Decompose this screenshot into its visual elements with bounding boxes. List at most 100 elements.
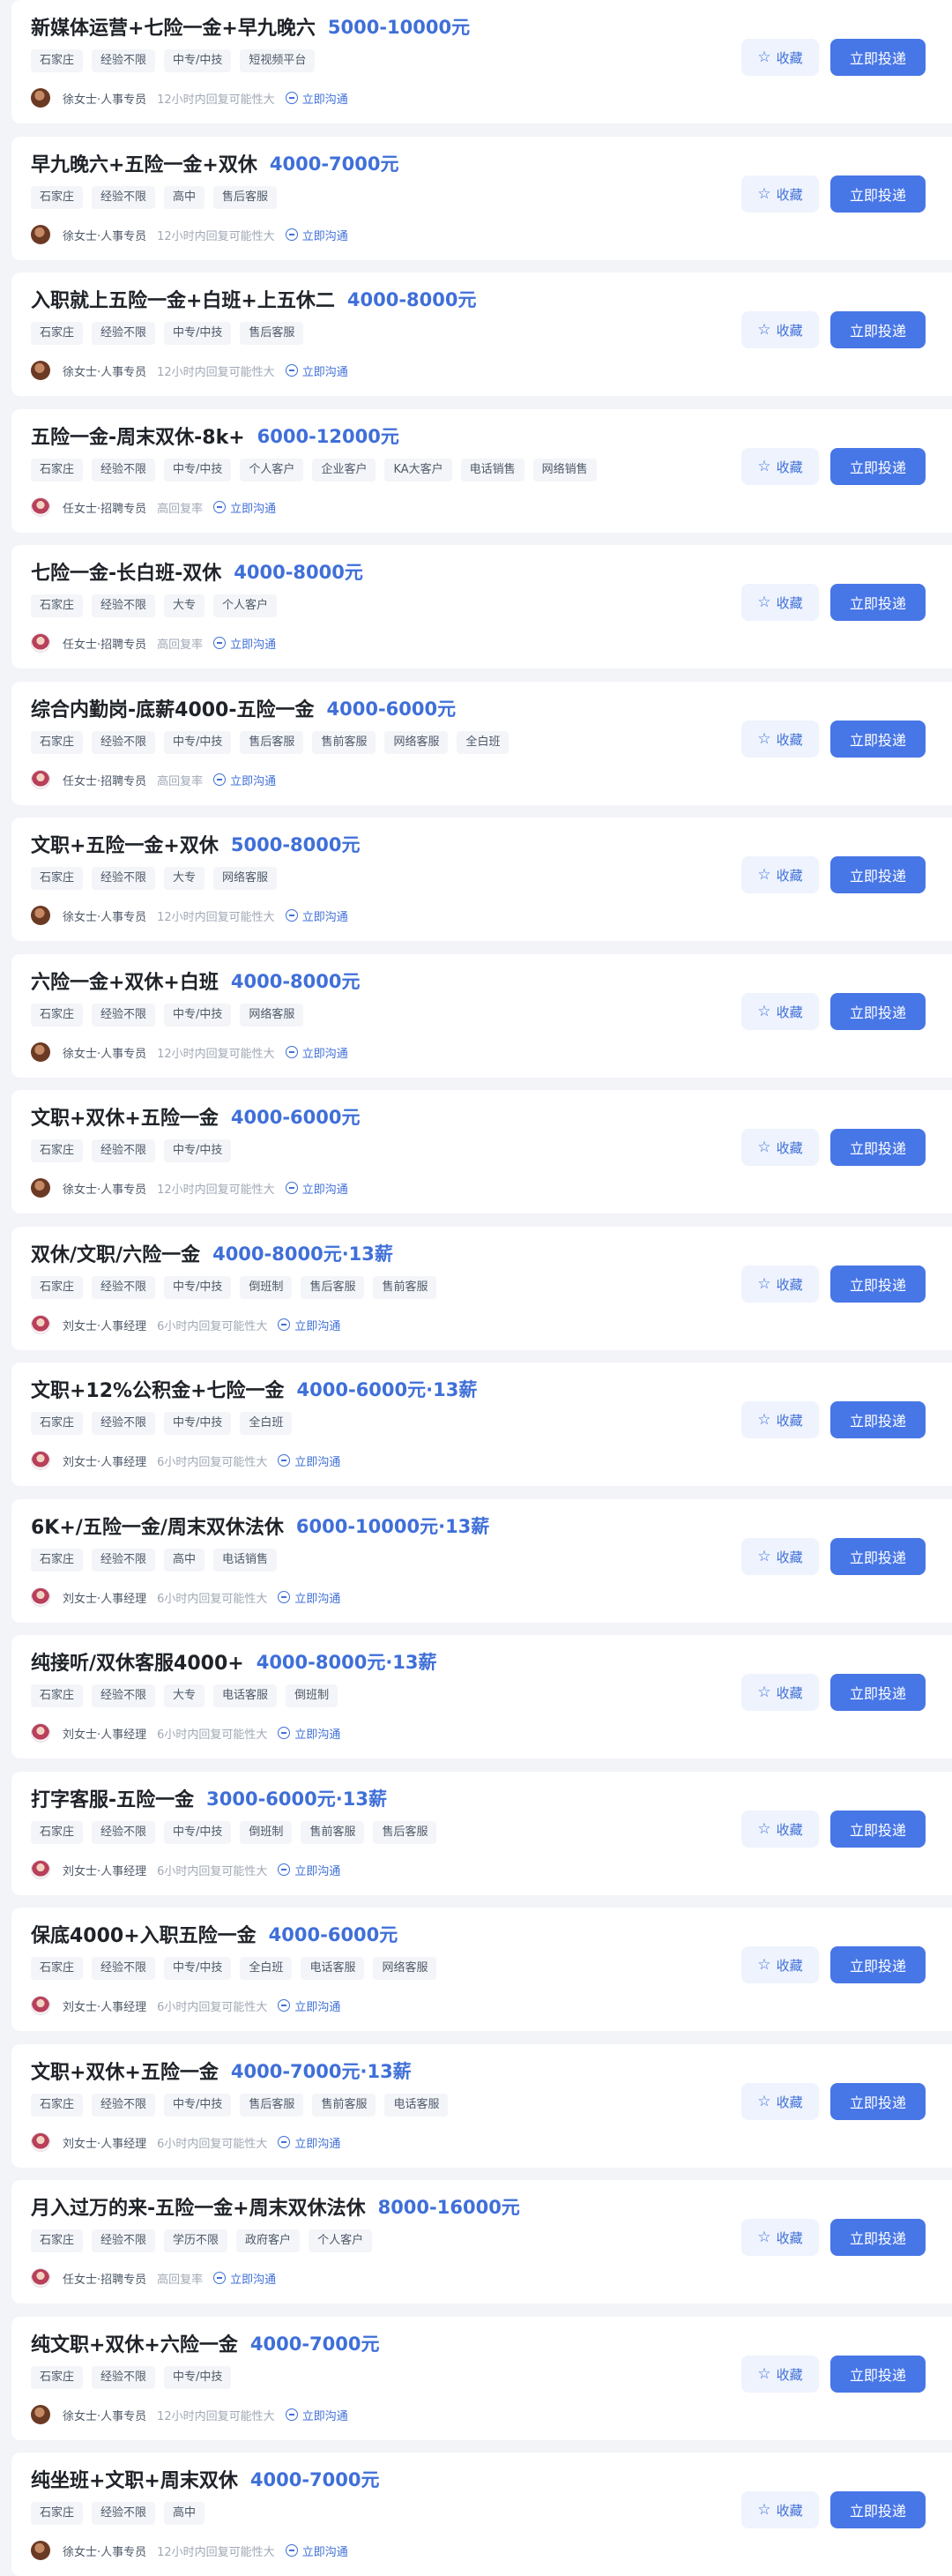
apply-now-button[interactable]: 立即投递 (830, 721, 926, 758)
apply-now-button[interactable]: 立即投递 (830, 2356, 926, 2393)
favorite-button[interactable]: ☆ 收藏 (741, 2491, 819, 2528)
job-title[interactable]: 综合内勤岗-底薪4000-五险一金 (31, 694, 315, 722)
apply-now-button[interactable]: 立即投递 (830, 1946, 926, 1983)
apply-now-button[interactable]: 立即投递 (830, 1674, 926, 1711)
chat-now-link[interactable]: 立即沟通 (213, 499, 276, 516)
job-title[interactable]: 月入过万的来-五险一金+周末双休法休 (31, 2192, 366, 2221)
apply-now-button[interactable]: 立即投递 (830, 1266, 926, 1303)
job-title[interactable]: 五险一金-周末双休-8k+ (31, 422, 245, 450)
job-card[interactable]: 纯坐班+文职+周末双休 4000-7000元 石家庄 经验不限 高中 徐女士·人事专… (11, 2453, 952, 2576)
favorite-button[interactable]: ☆ 收藏 (741, 1538, 819, 1575)
job-title-row: 文职+双休+五险一金 4000-7000元·13薪 (31, 2055, 412, 2087)
favorite-button[interactable]: ☆ 收藏 (741, 1266, 819, 1303)
chat-now-link[interactable]: 立即沟通 (213, 772, 276, 788)
job-salary: 8000-16000元 (377, 2197, 520, 2218)
job-title[interactable]: 文职+12%公积金+七险一金 (31, 1375, 285, 1403)
job-card[interactable]: 新媒体运营+七险一金+早九晚六 5000-10000元 石家庄 经验不限 中专/中技… (11, 0, 952, 123)
favorite-button[interactable]: ☆ 收藏 (741, 1401, 819, 1438)
chat-now-link[interactable]: 立即沟通 (278, 1997, 340, 2014)
apply-now-button[interactable]: 立即投递 (830, 39, 926, 76)
apply-now-button[interactable]: 立即投递 (830, 1538, 926, 1575)
job-title[interactable]: 文职+双休+五险一金 (31, 2057, 219, 2085)
job-title[interactable]: 入职就上五险一金+白班+上五休二 (31, 285, 335, 313)
chat-now-link[interactable]: 立即沟通 (278, 1452, 340, 1469)
job-card[interactable]: 文职+五险一金+双休 5000-8000元 石家庄 经验不限 大专 网络客服 徐女士·… (11, 818, 952, 941)
job-card[interactable]: 早九晚六+五险一金+双休 4000-7000元 石家庄 经验不限 高中 售后客服 徐女… (11, 137, 952, 260)
job-card[interactable]: 双休/文职/六险一金 4000-8000元·13薪 石家庄 经验不限 中专/中技 倒班… (11, 1227, 952, 1350)
job-title[interactable]: 纯文职+双休+六险一金 (31, 2329, 238, 2357)
job-title[interactable]: 文职+五险一金+双休 (31, 830, 219, 858)
chat-now-link[interactable]: 立即沟通 (278, 1725, 340, 1742)
chat-now-link[interactable]: 立即沟通 (285, 1044, 348, 1061)
favorite-button[interactable]: ☆ 收藏 (741, 448, 819, 485)
apply-now-button[interactable]: 立即投递 (830, 1401, 926, 1438)
chat-now-link[interactable]: 立即沟通 (285, 362, 348, 379)
apply-now-button[interactable]: 立即投递 (830, 1129, 926, 1166)
job-card[interactable]: 6K+/五险一金/周末双休法休 6000-10000元·13薪 石家庄 经验不限高… (11, 1499, 952, 1623)
job-card[interactable]: 文职+12%公积金+七险一金 4000-6000元·13薪 石家庄 经验不限 中专/… (11, 1363, 952, 1486)
chat-now-link[interactable]: 立即沟通 (213, 2270, 276, 2287)
chat-now-link[interactable]: 立即沟通 (278, 2134, 340, 2151)
job-title[interactable]: 七险一金-长白班-双休 (31, 557, 221, 586)
job-card[interactable]: 六险一金+双休+白班 4000-8000元 石家庄 经验不限 中专/中技 网络客服 徐… (11, 954, 952, 1078)
favorite-button[interactable]: ☆ 收藏 (741, 1129, 819, 1166)
apply-now-button[interactable]: 立即投递 (830, 175, 926, 213)
job-card[interactable]: 保底4000+入职五险一金 4000-6000元 石家庄 经验不限 中专/中技 全白班… (11, 1908, 952, 2031)
apply-now-button[interactable]: 立即投递 (830, 311, 926, 348)
job-card[interactable]: 七险一金-长白班-双休 4000-8000元 石家庄 经验不限 大专 个人客户 任女士… (11, 545, 952, 668)
apply-now-button[interactable]: 立即投递 (830, 2491, 926, 2528)
favorite-button[interactable]: ☆ 收藏 (741, 1811, 819, 1848)
job-card[interactable]: 纯接听/双休客服4000+ 4000-8000元·13薪 石家庄 经验不限 大专 电话… (11, 1635, 952, 1758)
recruiter-avatar (31, 88, 50, 108)
job-title[interactable]: 打字客服-五险一金 (31, 1784, 194, 1812)
job-card[interactable]: 文职+双休+五险一金 4000-7000元·13薪 石家庄 经验不限 中专/中技 售后… (11, 2044, 952, 2168)
chat-now-link[interactable]: 立即沟通 (285, 2542, 348, 2559)
job-title[interactable]: 纯接听/双休客服4000+ (31, 1647, 244, 1676)
chat-now-link[interactable]: 立即沟通 (285, 2407, 348, 2423)
favorite-button[interactable]: ☆ 收藏 (741, 1946, 819, 1983)
job-title[interactable]: 双休/文职/六险一金 (31, 1239, 200, 1267)
apply-now-button[interactable]: 立即投递 (830, 2219, 926, 2256)
favorite-button[interactable]: ☆ 收藏 (741, 856, 819, 893)
favorite-button[interactable]: ☆ 收藏 (741, 2083, 819, 2120)
favorite-button[interactable]: ☆ 收藏 (741, 1674, 819, 1711)
apply-now-button[interactable]: 立即投递 (830, 448, 926, 485)
apply-now-button[interactable]: 立即投递 (830, 584, 926, 621)
favorite-button[interactable]: ☆ 收藏 (741, 39, 819, 76)
job-card[interactable]: 文职+双休+五险一金 4000-6000元 石家庄 经验不限 中专/中技 徐女士·人… (11, 1090, 952, 1213)
job-title[interactable]: 纯坐班+文职+周末双休 (31, 2465, 238, 2493)
job-card[interactable]: 综合内勤岗-底薪4000-五险一金 4000-6000元 石家庄 经验不限 中专/中… (11, 682, 952, 805)
favorite-button[interactable]: ☆ 收藏 (741, 2356, 819, 2393)
job-title[interactable]: 6K+/五险一金/周末双休法休 (31, 1512, 284, 1540)
job-title[interactable]: 保底4000+入职五险一金 (31, 1920, 257, 1948)
chat-now-link[interactable]: 立即沟通 (278, 1862, 340, 1878)
favorite-button[interactable]: ☆ 收藏 (741, 993, 819, 1030)
job-title[interactable]: 早九晚六+五险一金+双休 (31, 149, 257, 177)
chat-now-link[interactable]: 立即沟通 (213, 635, 276, 652)
job-card[interactable]: 打字客服-五险一金 3000-6000元·13薪 石家庄 经验不限 中专/中技 倒班制… (11, 1772, 952, 1895)
apply-now-button[interactable]: 立即投递 (830, 1811, 926, 1848)
job-card[interactable]: 纯文职+双休+六险一金 4000-7000元 石家庄 经验不限 中专/中技 徐女士·… (11, 2317, 952, 2440)
job-title[interactable]: 六险一金+双休+白班 (31, 967, 219, 995)
chat-now-link[interactable]: 立即沟通 (278, 1317, 340, 1333)
job-card[interactable]: 五险一金-周末双休-8k+ 6000-12000元 石家庄 经验不限 中专/中技 个人… (11, 409, 952, 533)
chat-now-link[interactable]: 立即沟通 (285, 227, 348, 243)
chat-now-link[interactable]: 立即沟通 (285, 1180, 348, 1197)
job-tag: 石家庄 (31, 322, 84, 345)
apply-now-button[interactable]: 立即投递 (830, 856, 926, 893)
favorite-button[interactable]: ☆ 收藏 (741, 175, 819, 213)
favorite-button[interactable]: ☆ 收藏 (741, 584, 819, 621)
apply-now-button[interactable]: 立即投递 (830, 993, 926, 1030)
favorite-button[interactable]: ☆ 收藏 (741, 721, 819, 758)
job-title[interactable]: 文职+双休+五险一金 (31, 1102, 219, 1131)
chat-now-link[interactable]: 立即沟通 (278, 1589, 340, 1606)
chat-now-link[interactable]: 立即沟通 (285, 90, 348, 107)
chat-icon (285, 364, 298, 377)
favorite-button[interactable]: ☆ 收藏 (741, 2219, 819, 2256)
chat-now-link[interactable]: 立即沟通 (285, 907, 348, 924)
apply-now-button[interactable]: 立即投递 (830, 2083, 926, 2120)
job-title[interactable]: 新媒体运营+七险一金+早九晚六 (31, 12, 316, 41)
job-card[interactable]: 月入过万的来-五险一金+周末双休法休 8000-16000元 石家庄 经验不限 学历… (11, 2180, 952, 2303)
favorite-button[interactable]: ☆ 收藏 (741, 311, 819, 348)
job-card[interactable]: 入职就上五险一金+白班+上五休二 4000-8000元 石家庄 经验不限 中专/中技… (11, 273, 952, 396)
